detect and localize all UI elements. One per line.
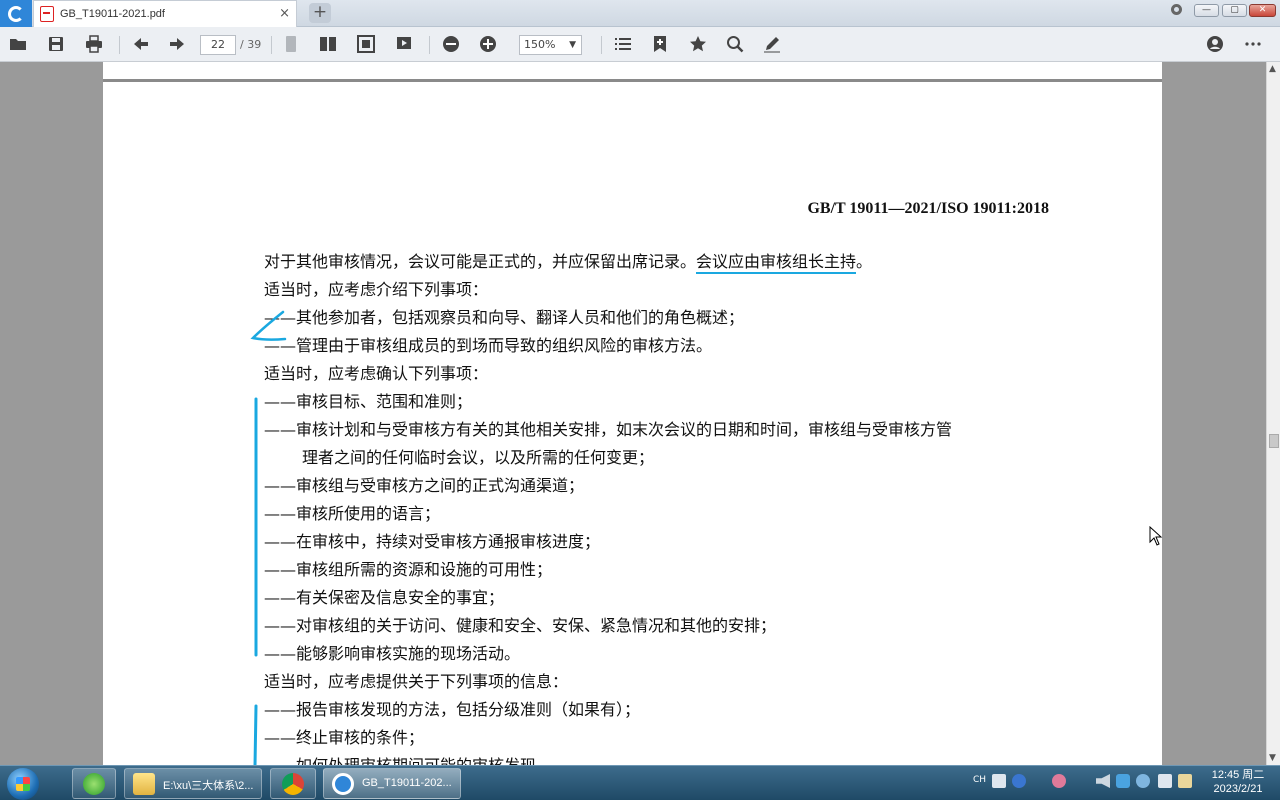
presentation-icon[interactable] (394, 35, 414, 55)
zoom-out-icon[interactable] (441, 35, 461, 55)
app-logo-icon (8, 5, 24, 22)
text-line: ——审核目标、范围和准则； (264, 392, 473, 411)
tab-title: GB_T19011-2021.pdf (60, 8, 165, 20)
toolbar: 22 / 39 150% ▼ (0, 27, 1280, 62)
text-line: ——审核组与受审核方之间的正式沟通渠道； (264, 476, 585, 495)
text-line: ——报告审核发现的方法，包括分级准则（如果有）； (264, 700, 641, 719)
taskbar-chrome[interactable] (270, 768, 316, 799)
text-line: ——有关保密及信息安全的事宜； (264, 588, 505, 607)
next-page-icon[interactable] (167, 35, 187, 55)
search-icon[interactable] (725, 35, 745, 55)
annotate-pen-icon[interactable] (762, 35, 782, 55)
text-line: 适当时，应考虑介绍下列事项： (264, 280, 489, 299)
app-logo[interactable] (0, 0, 32, 27)
outline-list-icon[interactable] (613, 35, 633, 55)
flag-icon[interactable] (1178, 774, 1192, 788)
text-line: ——审核所使用的语言； (264, 504, 441, 523)
annotation-bracket (254, 397, 258, 657)
monitor-icon[interactable] (1158, 774, 1172, 788)
text-line: ——终止审核的条件； (264, 728, 425, 747)
fit-page-icon[interactable] (356, 35, 376, 55)
input-language[interactable]: CH (973, 775, 986, 785)
text-line: ——能够影响审核实施的现场活动。 (264, 644, 521, 663)
text-line: 适当时，应考虑确认下列事项： (264, 364, 489, 383)
pdf-reader-icon (332, 773, 354, 795)
new-tab-button[interactable]: + (309, 3, 331, 23)
document-header: GB/T 19011—2021/ISO 19011:2018 (807, 200, 1049, 217)
two-page-icon[interactable] (318, 35, 338, 55)
text-line: ——审核组所需的资源和设施的可用性； (264, 560, 553, 579)
zoom-select[interactable]: 150% ▼ (519, 35, 582, 55)
save-icon[interactable] (46, 35, 66, 55)
bookmark-add-icon[interactable] (650, 35, 670, 55)
favorite-star-icon[interactable] (688, 35, 708, 55)
text-line: ——管理由于审核组成员的到场而导致的组织风险的审核方法。 (264, 336, 713, 355)
scroll-down-icon[interactable]: ▼ (1269, 753, 1276, 763)
text-line: 理者之间的任何临时会议，以及所需的任何变更； (302, 448, 655, 467)
highlighted-text: 会议应由审核组长主持 (696, 252, 857, 274)
network-icon[interactable] (1116, 774, 1130, 788)
pdf-icon (40, 6, 54, 22)
start-button[interactable] (7, 768, 39, 800)
maximize-button[interactable]: ▢ (1222, 4, 1247, 17)
previous-page-icon[interactable] (131, 35, 151, 55)
settings-gear-icon[interactable] (1171, 4, 1182, 15)
mouse-cursor-icon (1149, 526, 1163, 546)
keyboard-icon[interactable] (992, 774, 1006, 788)
tab-bar: GB_T19011-2021.pdf × + — ▢ ✕ (0, 0, 1280, 27)
minimize-button[interactable]: — (1194, 4, 1219, 17)
previous-page-edge (103, 62, 1162, 82)
tab-close-icon[interactable]: × (279, 6, 290, 21)
text-line: ——对审核组的关于访问、健康和安全、安保、紧急情况和其他的安排； (264, 616, 777, 635)
text-line: 适当时，应考虑提供关于下列事项的信息： (264, 672, 569, 691)
page-number-input[interactable]: 22 (200, 35, 236, 55)
more-menu-icon[interactable] (1243, 35, 1263, 55)
taskbar: E:\xu\三大体系\2... GB_T19011-202... (0, 765, 1280, 800)
taskbar-pdf-reader[interactable]: GB_T19011-202... (323, 768, 461, 799)
text-line: 对于其他审核情况，会议可能是正式的，并应保留出席记录。会议应由审核组长主持。 (264, 248, 872, 274)
annotation-stroke (250, 310, 287, 341)
zoom-in-icon[interactable] (478, 35, 498, 55)
document-tab[interactable]: GB_T19011-2021.pdf × (33, 0, 297, 27)
chrome-icon (282, 773, 304, 795)
text-line: ——审核计划和与受审核方有关的其他相关安排，如末次会议的日期和时间，审核组与受审… (264, 420, 953, 439)
scroll-up-icon[interactable]: ▲ (1269, 64, 1276, 74)
text-line: ——如何处理审核期间可能的审核发现 (264, 752, 536, 765)
user-account-icon[interactable] (1205, 35, 1225, 55)
vertical-scrollbar[interactable]: ▲ ▼ (1266, 62, 1280, 765)
close-window-button[interactable]: ✕ (1249, 4, 1276, 17)
text-line: ——其他参加者，包括观察员和向导、翻译人员和他们的角色概述； (264, 308, 745, 327)
help-icon[interactable] (1012, 774, 1026, 788)
single-page-icon[interactable] (281, 35, 301, 55)
taskbar-explorer[interactable]: E:\xu\三大体系\2... (124, 768, 262, 799)
page-total: / 39 (240, 38, 262, 51)
system-clock[interactable]: 12:45 周二 2023/2/21 (1198, 768, 1278, 796)
document-viewer[interactable]: GB/T 19011—2021/ISO 19011:2018 对于其他审核情况，… (0, 62, 1266, 765)
text-line: ——在审核中，持续对受审核方通报审核进度； (264, 532, 601, 551)
taskbar-browser-ie[interactable] (72, 768, 116, 799)
scrollbar-thumb[interactable] (1269, 434, 1279, 448)
pdf-page: GB/T 19011—2021/ISO 19011:2018 对于其他审核情况，… (103, 62, 1162, 765)
annotation-bracket (253, 704, 258, 765)
folder-icon (133, 773, 155, 795)
sync-icon[interactable] (1136, 774, 1150, 788)
ime-flower-icon[interactable] (1052, 774, 1066, 788)
browser-e-icon (83, 773, 105, 795)
chevron-down-icon: ▼ (569, 40, 576, 50)
print-icon[interactable] (84, 35, 104, 55)
open-folder-icon[interactable] (8, 35, 28, 55)
